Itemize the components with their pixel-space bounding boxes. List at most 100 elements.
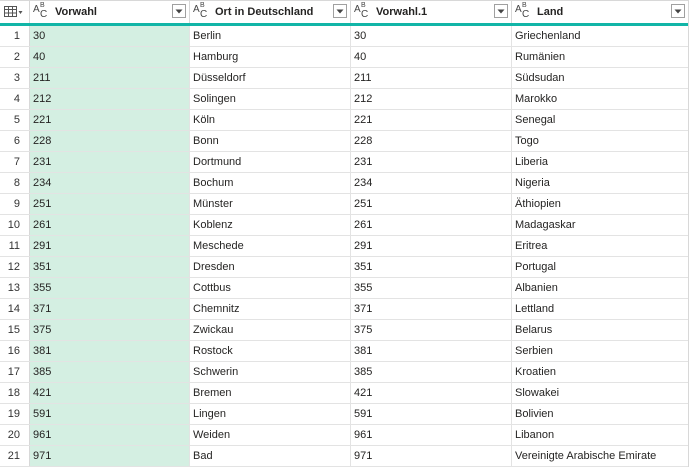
cell-vorwahl-1[interactable]: 375: [351, 320, 512, 340]
cell-ort[interactable]: Bremen: [190, 383, 351, 403]
cell-land[interactable]: Libanon: [512, 425, 688, 445]
cell-vorwahl[interactable]: 381: [30, 341, 190, 361]
row-number[interactable]: 18: [0, 383, 30, 403]
table-row[interactable]: 21 971 Bad 971 Vereinigte Arabische Emirate: [0, 446, 688, 467]
cell-vorwahl[interactable]: 40: [30, 47, 190, 67]
cell-ort[interactable]: Schwerin: [190, 362, 351, 382]
cell-vorwahl[interactable]: 591: [30, 404, 190, 424]
table-row[interactable]: 8 234 Bochum 234 Nigeria: [0, 173, 688, 194]
table-row[interactable]: 19 591 Lingen 591 Bolivien: [0, 404, 688, 425]
cell-vorwahl[interactable]: 385: [30, 362, 190, 382]
cell-vorwahl-1[interactable]: 355: [351, 278, 512, 298]
table-row[interactable]: 3 211 Düsseldorf 211 Südsudan: [0, 68, 688, 89]
row-number[interactable]: 15: [0, 320, 30, 340]
cell-ort[interactable]: Bochum: [190, 173, 351, 193]
cell-land[interactable]: Marokko: [512, 89, 688, 109]
column-filter-dropdown[interactable]: [671, 4, 685, 18]
cell-ort[interactable]: Hamburg: [190, 47, 351, 67]
cell-ort[interactable]: Lingen: [190, 404, 351, 424]
cell-land[interactable]: Äthiopien: [512, 194, 688, 214]
cell-vorwahl[interactable]: 375: [30, 320, 190, 340]
cell-ort[interactable]: Cottbus: [190, 278, 351, 298]
cell-ort[interactable]: Solingen: [190, 89, 351, 109]
cell-ort[interactable]: Bad: [190, 446, 351, 466]
text-type-icon[interactable]: ABC: [193, 2, 213, 21]
cell-ort[interactable]: Düsseldorf: [190, 68, 351, 88]
table-row[interactable]: 18 421 Bremen 421 Slowakei: [0, 383, 688, 404]
cell-land[interactable]: Slowakei: [512, 383, 688, 403]
cell-vorwahl-1[interactable]: 351: [351, 257, 512, 277]
table-row[interactable]: 17 385 Schwerin 385 Kroatien: [0, 362, 688, 383]
row-number[interactable]: 2: [0, 47, 30, 67]
table-row[interactable]: 10 261 Koblenz 261 Madagaskar: [0, 215, 688, 236]
table-row[interactable]: 14 371 Chemnitz 371 Lettland: [0, 299, 688, 320]
cell-vorwahl[interactable]: 228: [30, 131, 190, 151]
cell-ort[interactable]: Köln: [190, 110, 351, 130]
text-type-icon[interactable]: ABC: [515, 2, 535, 21]
table-row[interactable]: 4 212 Solingen 212 Marokko: [0, 89, 688, 110]
table-menu-button[interactable]: [0, 1, 30, 23]
cell-land[interactable]: Serbien: [512, 341, 688, 361]
cell-ort[interactable]: Münster: [190, 194, 351, 214]
cell-vorwahl-1[interactable]: 971: [351, 446, 512, 466]
cell-vorwahl[interactable]: 291: [30, 236, 190, 256]
cell-vorwahl-1[interactable]: 40: [351, 47, 512, 67]
cell-vorwahl-1[interactable]: 291: [351, 236, 512, 256]
column-header-ort[interactable]: ABC Ort in Deutschland: [190, 1, 351, 23]
cell-vorwahl-1[interactable]: 211: [351, 68, 512, 88]
cell-ort[interactable]: Zwickau: [190, 320, 351, 340]
cell-vorwahl-1[interactable]: 421: [351, 383, 512, 403]
cell-vorwahl[interactable]: 961: [30, 425, 190, 445]
row-number[interactable]: 13: [0, 278, 30, 298]
cell-land[interactable]: Albanien: [512, 278, 688, 298]
cell-vorwahl-1[interactable]: 30: [351, 26, 512, 46]
cell-vorwahl-1[interactable]: 234: [351, 173, 512, 193]
text-type-icon[interactable]: ABC: [33, 2, 53, 21]
cell-ort[interactable]: Weiden: [190, 425, 351, 445]
cell-vorwahl-1[interactable]: 231: [351, 152, 512, 172]
cell-land[interactable]: Portugal: [512, 257, 688, 277]
row-number[interactable]: 19: [0, 404, 30, 424]
cell-vorwahl[interactable]: 261: [30, 215, 190, 235]
row-number[interactable]: 9: [0, 194, 30, 214]
row-number[interactable]: 16: [0, 341, 30, 361]
cell-land[interactable]: Bolivien: [512, 404, 688, 424]
row-number[interactable]: 6: [0, 131, 30, 151]
cell-vorwahl-1[interactable]: 385: [351, 362, 512, 382]
table-row[interactable]: 5 221 Köln 221 Senegal: [0, 110, 688, 131]
row-number[interactable]: 4: [0, 89, 30, 109]
table-row[interactable]: 15 375 Zwickau 375 Belarus: [0, 320, 688, 341]
row-number[interactable]: 8: [0, 173, 30, 193]
cell-vorwahl-1[interactable]: 251: [351, 194, 512, 214]
cell-vorwahl-1[interactable]: 381: [351, 341, 512, 361]
cell-land[interactable]: Südsudan: [512, 68, 688, 88]
table-row[interactable]: 16 381 Rostock 381 Serbien: [0, 341, 688, 362]
cell-ort[interactable]: Chemnitz: [190, 299, 351, 319]
table-row[interactable]: 2 40 Hamburg 40 Rumänien: [0, 47, 688, 68]
column-filter-dropdown[interactable]: [333, 4, 347, 18]
cell-vorwahl[interactable]: 421: [30, 383, 190, 403]
cell-vorwahl[interactable]: 251: [30, 194, 190, 214]
cell-land[interactable]: Senegal: [512, 110, 688, 130]
column-filter-dropdown[interactable]: [172, 4, 186, 18]
cell-vorwahl[interactable]: 371: [30, 299, 190, 319]
column-header-land[interactable]: ABC Land: [512, 1, 688, 23]
row-number[interactable]: 21: [0, 446, 30, 466]
cell-vorwahl-1[interactable]: 228: [351, 131, 512, 151]
table-row[interactable]: 1 30 Berlin 30 Griechenland: [0, 26, 688, 47]
cell-vorwahl[interactable]: 971: [30, 446, 190, 466]
cell-vorwahl[interactable]: 351: [30, 257, 190, 277]
row-number[interactable]: 1: [0, 26, 30, 46]
cell-vorwahl-1[interactable]: 591: [351, 404, 512, 424]
cell-ort[interactable]: Berlin: [190, 26, 351, 46]
cell-ort[interactable]: Meschede: [190, 236, 351, 256]
row-number[interactable]: 17: [0, 362, 30, 382]
cell-vorwahl[interactable]: 30: [30, 26, 190, 46]
cell-vorwahl-1[interactable]: 221: [351, 110, 512, 130]
cell-land[interactable]: Eritrea: [512, 236, 688, 256]
column-header-vorwahl-1[interactable]: ABC Vorwahl.1: [351, 1, 512, 23]
cell-vorwahl-1[interactable]: 212: [351, 89, 512, 109]
cell-land[interactable]: Belarus: [512, 320, 688, 340]
cell-vorwahl-1[interactable]: 961: [351, 425, 512, 445]
cell-vorwahl-1[interactable]: 371: [351, 299, 512, 319]
